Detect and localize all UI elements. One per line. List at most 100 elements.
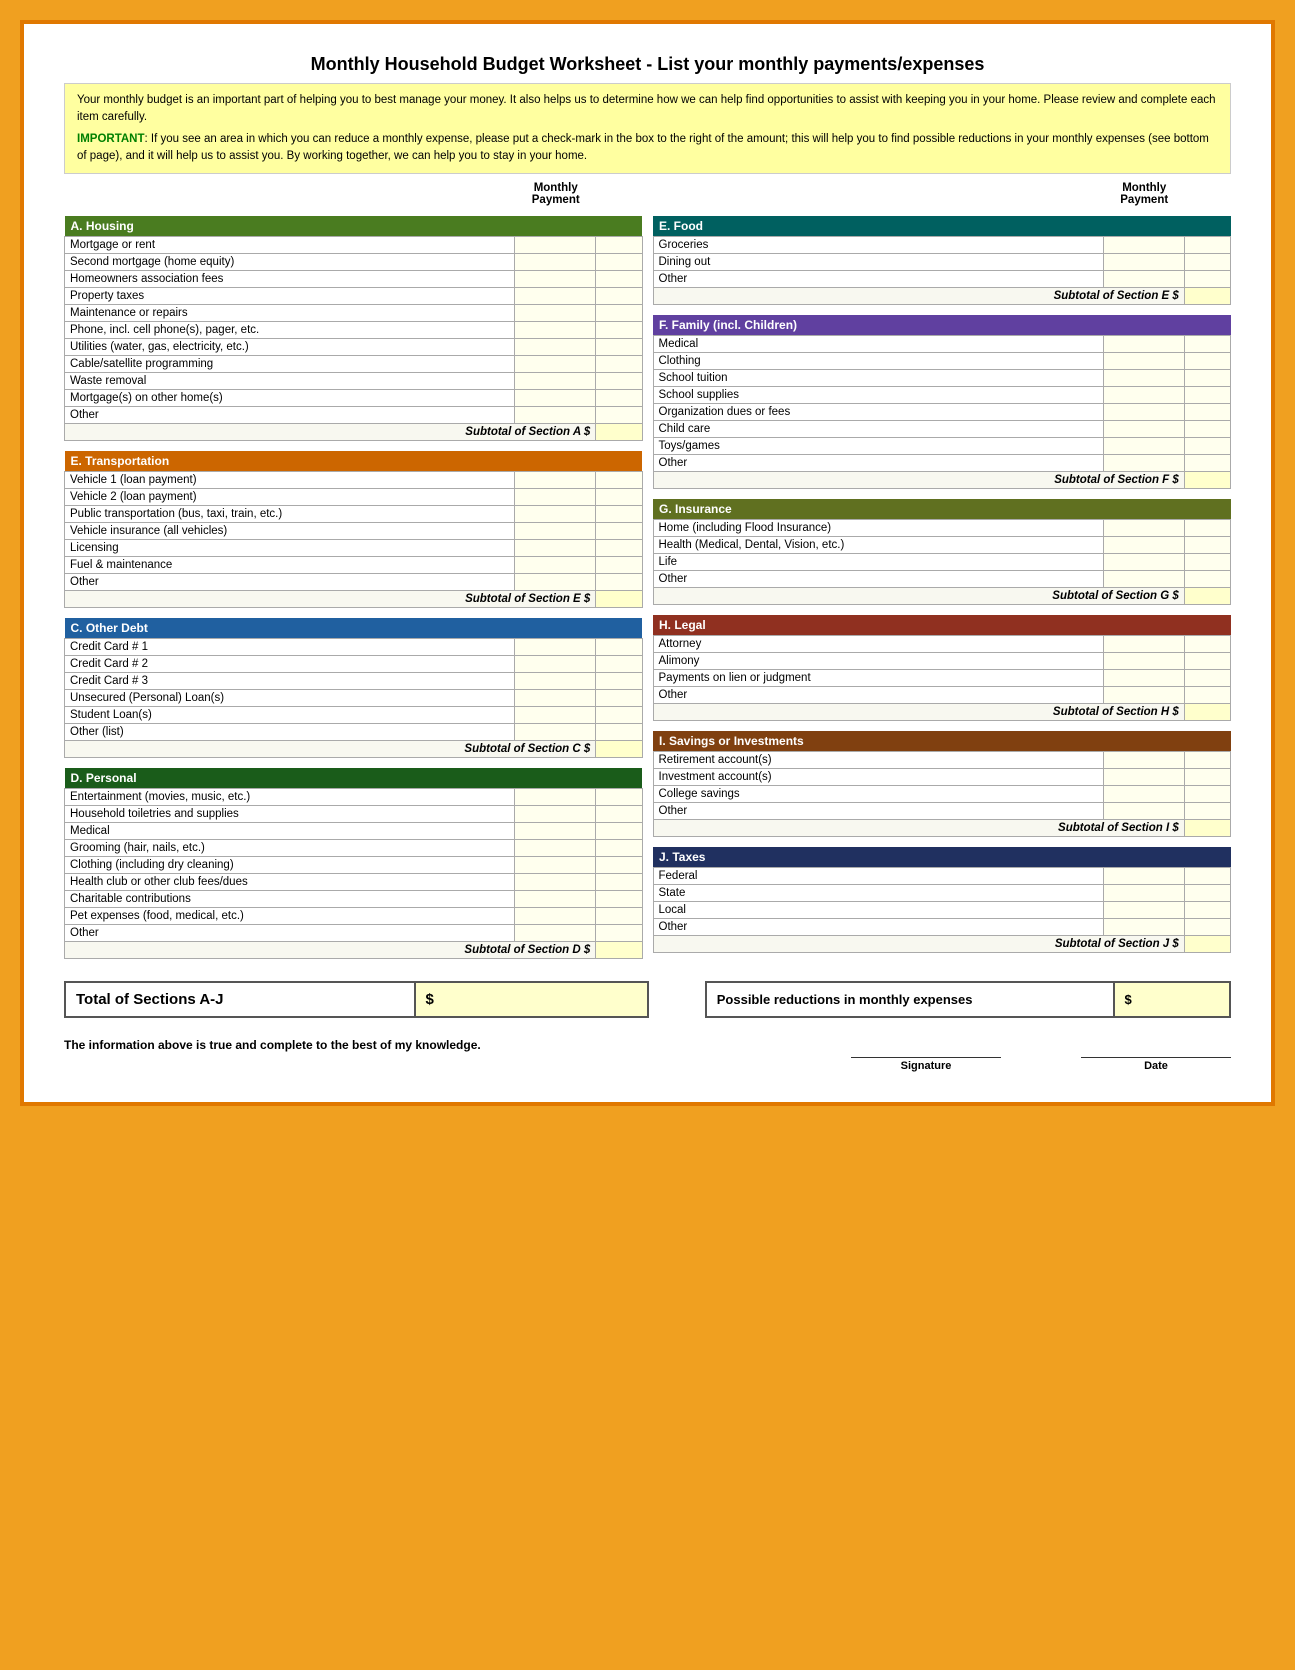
signature-field[interactable]: Signature	[851, 1057, 1001, 1072]
possible-reductions-label: Possible reductions in monthly expenses	[706, 982, 1114, 1017]
table-row: Grooming (hair, nails, etc.)	[65, 840, 643, 857]
table-row: School tuition	[653, 370, 1231, 387]
section-i-table: I. Savings or Investments Retirement acc…	[653, 731, 1232, 837]
table-row: Household toiletries and supplies	[65, 806, 643, 823]
section-f-header: F. Family (incl. Children)	[653, 315, 1231, 336]
monthly-payment-header-left: MonthlyPayment	[515, 182, 596, 206]
section-food-header-row: E. Food	[653, 216, 1231, 237]
table-row: Property taxes	[65, 288, 643, 305]
subtotal-d-row: Subtotal of Section D $	[65, 942, 643, 959]
section-a-header-row: A. Housing	[65, 216, 643, 237]
table-row: Licensing	[65, 540, 643, 557]
section-f-table: F. Family (incl. Children) Medical Cloth…	[653, 315, 1232, 489]
table-row: Maintenance or repairs	[65, 305, 643, 322]
table-row: Other	[653, 803, 1231, 820]
table-row: Other	[65, 925, 643, 942]
subtotal-h-row: Subtotal of Section H $	[653, 704, 1231, 721]
subtotal-f-row: Subtotal of Section F $	[653, 472, 1231, 489]
subtotal-j-row: Subtotal of Section J $	[653, 936, 1231, 953]
table-row: Groceries	[653, 237, 1231, 254]
table-row: Other	[65, 574, 643, 591]
date-field[interactable]: Date	[1081, 1057, 1231, 1072]
table-row: Medical	[65, 823, 643, 840]
table-row: Federal	[653, 868, 1231, 885]
section-transport-table: E. Transportation Vehicle 1 (loan paymen…	[64, 451, 643, 608]
table-row: School supplies	[653, 387, 1231, 404]
section-h-header-row: H. Legal	[653, 615, 1231, 636]
important-label: IMPORTANT	[77, 133, 145, 145]
section-d-table: D. Personal Entertainment (movies, music…	[64, 768, 643, 959]
subtotal-g-row: Subtotal of Section G $	[653, 588, 1231, 605]
section-h-header: H. Legal	[653, 615, 1231, 636]
total-amount-cell[interactable]: $	[415, 982, 648, 1017]
possible-reductions-amount[interactable]: $	[1114, 982, 1231, 1017]
subtotal-c-row: Subtotal of Section C $	[65, 741, 643, 758]
total-row: Total of Sections A-J $ Possible reducti…	[65, 982, 1230, 1017]
section-c-header: C. Other Debt	[65, 618, 643, 639]
section-a-header-table: MonthlyPayment	[64, 182, 643, 206]
table-row: Credit Card # 1	[65, 639, 643, 656]
table-row: Fuel & maintenance	[65, 557, 643, 574]
monthly-payment-header-right: MonthlyPayment	[1104, 182, 1185, 206]
table-row: Unsecured (Personal) Loan(s)	[65, 690, 643, 707]
section-a-table: A. Housing Mortgage or rent Second mortg…	[64, 216, 643, 441]
section-transport-header: E. Transportation	[65, 451, 643, 472]
table-row: College savings	[653, 786, 1231, 803]
table-row: Mortgage or rent	[65, 237, 643, 254]
table-row: Phone, incl. cell phone(s), pager, etc.	[65, 322, 643, 339]
table-row: Charitable contributions	[65, 891, 643, 908]
table-row: Medical	[653, 336, 1231, 353]
table-row: Home (including Flood Insurance)	[653, 520, 1231, 537]
table-row: State	[653, 885, 1231, 902]
table-row: Other (list)	[65, 724, 643, 741]
table-row: Second mortgage (home equity)	[65, 254, 643, 271]
table-row: Credit Card # 3	[65, 673, 643, 690]
intro-line1: Your monthly budget is an important part…	[77, 92, 1218, 127]
section-c-table: C. Other Debt Credit Card # 1 Credit Car…	[64, 618, 643, 758]
section-i-header: I. Savings or Investments	[653, 731, 1231, 752]
table-row: Other	[65, 407, 643, 424]
section-f-header-row: F. Family (incl. Children)	[653, 315, 1231, 336]
table-row: Clothing (including dry cleaning)	[65, 857, 643, 874]
table-row: Utilities (water, gas, electricity, etc.…	[65, 339, 643, 356]
table-row: Attorney	[653, 636, 1231, 653]
section-d-header-row: D. Personal	[65, 768, 643, 789]
total-table: Total of Sections A-J $ Possible reducti…	[64, 981, 1231, 1018]
page: Monthly Household Budget Worksheet - Lis…	[20, 20, 1275, 1106]
section-d-header: D. Personal	[65, 768, 643, 789]
section-transport-header-row: E. Transportation	[65, 451, 643, 472]
signature-area: Signature Date	[64, 1057, 1231, 1072]
table-row: Other	[653, 271, 1231, 288]
table-row: Homeowners association fees	[65, 271, 643, 288]
left-column: MonthlyPayment A. Housing Mortgage or re…	[64, 182, 643, 969]
section-g-header: G. Insurance	[653, 499, 1231, 520]
table-row: Investment account(s)	[653, 769, 1231, 786]
table-row: Payments on lien or judgment	[653, 670, 1231, 687]
section-food-table: E. Food Groceries Dining out Other	[653, 216, 1232, 305]
table-row: Student Loan(s)	[65, 707, 643, 724]
subtotal-food-row: Subtotal of Section E $	[653, 288, 1231, 305]
section-e-header-table: MonthlyPayment	[653, 182, 1232, 206]
section-g-header-row: G. Insurance	[653, 499, 1231, 520]
table-row: Public transportation (bus, taxi, train,…	[65, 506, 643, 523]
table-row: Life	[653, 554, 1231, 571]
section-food-header: E. Food	[653, 216, 1231, 237]
total-section: Total of Sections A-J $ Possible reducti…	[64, 981, 1231, 1018]
signature-statement: The information above is true and comple…	[64, 1038, 1231, 1052]
signature-label: Signature	[901, 1060, 952, 1072]
title-main: Monthly Household Budget Worksheet	[311, 54, 642, 74]
section-j-table: J. Taxes Federal State Local	[653, 847, 1232, 953]
table-row: Alimony	[653, 653, 1231, 670]
header-row: MonthlyPayment	[64, 182, 643, 206]
table-row: Other	[653, 455, 1231, 472]
section-g-table: G. Insurance Home (including Flood Insur…	[653, 499, 1232, 605]
main-content: MonthlyPayment A. Housing Mortgage or re…	[64, 182, 1231, 969]
table-row: Entertainment (movies, music, etc.)	[65, 789, 643, 806]
table-row: Health (Medical, Dental, Vision, etc.)	[653, 537, 1231, 554]
title-subtitle: - List your monthly payments/expenses	[641, 54, 984, 74]
date-label: Date	[1144, 1060, 1168, 1072]
table-row: Retirement account(s)	[653, 752, 1231, 769]
section-a-header: A. Housing	[65, 216, 643, 237]
right-column: MonthlyPayment E. Food Groceries Dining …	[653, 182, 1232, 969]
total-label: Total of Sections A-J	[65, 982, 415, 1017]
